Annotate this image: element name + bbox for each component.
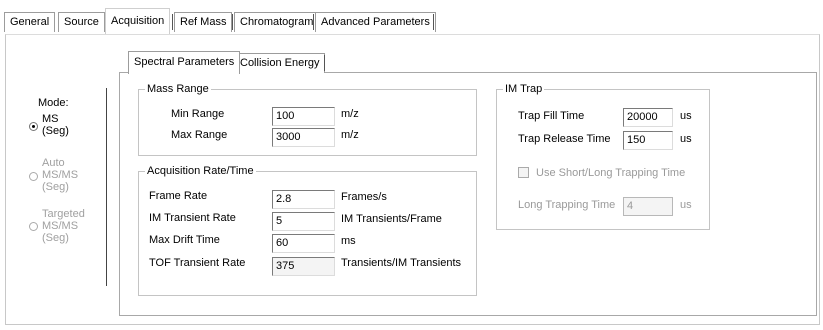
mass-range-title: Mass Range: [145, 82, 211, 96]
short-long-trapping-label: Use Short/Long Trapping Time: [536, 167, 686, 179]
max-drift-time-input[interactable]: 60: [272, 234, 335, 253]
max-drift-time-unit: ms: [341, 235, 356, 247]
tab-separator: [324, 55, 325, 71]
long-trapping-time-unit: us: [680, 199, 692, 211]
mode-targeted-msms-label[interactable]: Targeted MS/MS (Seg): [42, 208, 85, 244]
mode-ms-line1: MS: [42, 113, 59, 125]
min-range-unit: m/z: [341, 108, 359, 120]
max-drift-time-label: Max Drift Time: [149, 234, 220, 246]
frame-rate-input[interactable]: 2.8: [272, 190, 335, 209]
im-trap-title: IM Trap: [503, 82, 545, 96]
tab-separator: [433, 14, 434, 30]
max-range-unit: m/z: [341, 129, 359, 141]
im-transient-rate-label: IM Transient Rate: [149, 212, 236, 224]
mode-ms-radio[interactable]: [29, 122, 38, 131]
mode-ms-line2: (Seg): [42, 125, 69, 137]
mode-divider: [106, 88, 107, 286]
mode-auto-msms-radio[interactable]: [29, 172, 38, 181]
trap-release-time-label: Trap Release Time: [518, 133, 611, 145]
tab-acquisition-label: Acquisition: [111, 15, 165, 27]
im-transient-rate-input[interactable]: 5: [272, 212, 335, 231]
tab-advanced-parameters[interactable]: Advanced Parameters: [315, 12, 436, 32]
trap-fill-time-unit: us: [680, 110, 692, 122]
tab-separator: [172, 14, 173, 30]
mode-auto-msms-line2: MS/MS: [42, 169, 79, 181]
mode-auto-msms-label[interactable]: Auto MS/MS (Seg): [42, 157, 78, 193]
tab-separator: [313, 14, 314, 30]
mode-auto-msms-line3: (Seg): [42, 181, 69, 193]
max-range-label: Max Range: [171, 129, 228, 141]
tab-advanced-parameters-label: Advanced Parameters: [321, 16, 430, 28]
tof-transient-rate-label: TOF Transient Rate: [149, 257, 246, 269]
tab-general[interactable]: General: [4, 12, 56, 32]
max-range-input[interactable]: 3000: [272, 128, 335, 147]
tab-acquisition[interactable]: Acquisition: [105, 8, 171, 34]
tab-chromatogram-label: Chromatogram: [240, 16, 314, 28]
mode-targeted-msms-line2: MS/MS: [42, 220, 79, 232]
trap-fill-time-label: Trap Fill Time: [518, 110, 585, 122]
min-range-input[interactable]: 100: [272, 107, 335, 126]
tab-spectral-parameters-label: Spectral Parameters: [134, 56, 235, 68]
main-tab-strip: General Source Acquisition Ref Mass Chro…: [4, 8, 819, 36]
tof-transient-rate-unit: Transients/IM Transients: [341, 257, 462, 269]
tab-general-label: General: [10, 16, 50, 28]
acquisition-rate-title: Acquisition Rate/Time: [145, 164, 256, 178]
mode-label: Mode:: [38, 97, 69, 109]
mode-targeted-msms-radio[interactable]: [29, 222, 38, 231]
trap-release-time-unit: us: [680, 133, 692, 145]
im-transient-rate-unit: IM Transients/Frame: [341, 213, 442, 225]
mode-targeted-msms-line1: Targeted: [42, 208, 85, 220]
tab-chromatogram[interactable]: Chromatogram: [234, 12, 320, 32]
tab-collision-energy[interactable]: Collision Energy: [234, 53, 326, 73]
tof-transient-rate-value: 375: [272, 257, 335, 276]
tab-collision-energy-label: Collision Energy: [240, 57, 320, 69]
min-range-label: Min Range: [171, 108, 225, 120]
tab-source-label: Source: [64, 16, 99, 28]
tab-source[interactable]: Source: [58, 12, 105, 32]
trap-fill-time-input[interactable]: 20000: [623, 108, 673, 127]
tab-separator: [232, 14, 233, 30]
trap-release-time-input[interactable]: 150: [623, 131, 673, 150]
short-long-trapping-checkbox[interactable]: [518, 167, 529, 178]
long-trapping-time-label: Long Trapping Time: [518, 199, 616, 211]
tab-ref-mass-label: Ref Mass: [180, 16, 227, 28]
mode-auto-msms-line1: Auto: [42, 157, 65, 169]
long-trapping-time-input[interactable]: 4: [623, 197, 673, 216]
mode-ms-label[interactable]: MS (Seg): [42, 113, 69, 137]
mode-targeted-msms-line3: (Seg): [42, 232, 69, 244]
tab-ref-mass[interactable]: Ref Mass: [174, 12, 233, 32]
tab-spectral-parameters[interactable]: Spectral Parameters: [128, 51, 241, 74]
frame-rate-unit: Frames/s: [341, 191, 387, 203]
frame-rate-label: Frame Rate: [149, 190, 208, 202]
